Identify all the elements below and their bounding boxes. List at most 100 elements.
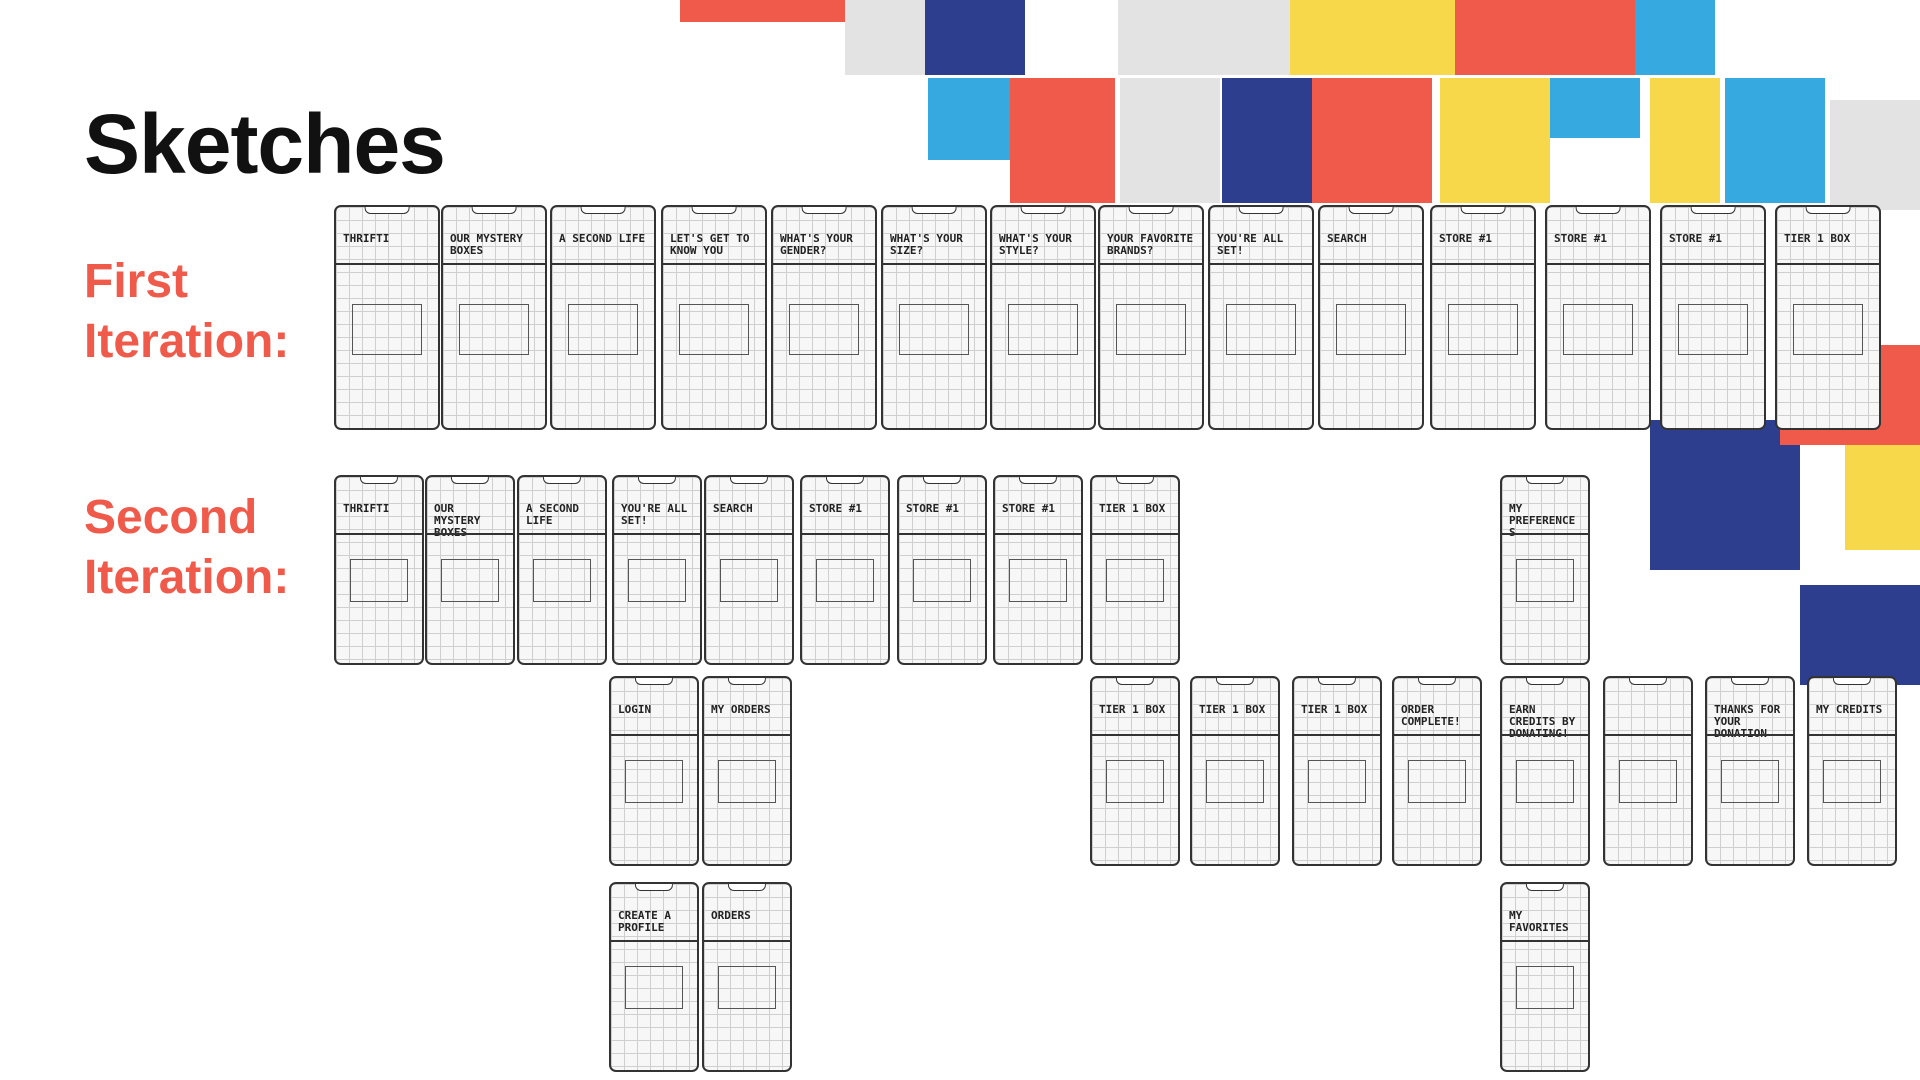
phone-notch (727, 884, 767, 891)
phone-notch (691, 207, 737, 214)
phone-notch (580, 207, 626, 214)
phone-notch (1628, 678, 1668, 685)
first-iteration-label-line1: First (84, 255, 189, 308)
first-iteration-label-line2: Iteration: (84, 315, 290, 368)
wireframe-phone-first-iteration-1: THRIFTI (334, 205, 440, 430)
wireframe-phone-first-iteration-12: STORE #1 (1545, 205, 1651, 430)
phone-notch (1128, 207, 1174, 214)
wireframe-screen-title: SEARCH (713, 502, 753, 515)
wireframe-header-rule (1777, 263, 1879, 265)
wireframe-content-box (1448, 304, 1518, 355)
wireframe-content-box (1407, 759, 1467, 803)
wireframe-phone-second-iteration-row1-10: MY PREFERENCES (1500, 475, 1590, 665)
wireframe-screen-title: MY ORDERS (711, 703, 771, 716)
wireframe-header-rule (1432, 263, 1534, 265)
wireframe-header-rule (519, 533, 605, 535)
wireframe-content-box (1678, 304, 1748, 355)
wireframe-header-rule (704, 734, 790, 736)
wireframe-phone-second-iteration-row1-1: THRIFTI (334, 475, 424, 665)
wireframe-phone-first-iteration-2: OUR MYSTERY BOXES (441, 205, 547, 430)
wireframe-phone-first-iteration-7: WHAT'S YOUR STYLE? (990, 205, 1096, 430)
wireframe-screen-title: YOU'RE ALL SET! (621, 502, 688, 527)
wireframe-screen-title: STORE #1 (906, 502, 959, 515)
wireframe-content-box (1720, 759, 1780, 803)
wireframe-header-rule (1394, 734, 1480, 736)
phone-notch (729, 477, 769, 484)
wireframe-screen-title: OUR MYSTERY BOXES (450, 232, 523, 257)
wireframe-phone-first-iteration-13: STORE #1 (1660, 205, 1766, 430)
wireframe-content-box (912, 558, 972, 602)
wireframe-screen-title: YOUR FAVORITE BRANDS? (1107, 232, 1194, 257)
wireframe-content-box (1105, 759, 1165, 803)
phone-notch (922, 477, 962, 484)
wireframe-phone-second-iteration-row2-4: TIER 1 BOX (1190, 676, 1280, 866)
phone-notch (1690, 207, 1736, 214)
phone-notch (1525, 678, 1565, 685)
phone-notch (1525, 477, 1565, 484)
wireframe-header-rule (552, 263, 654, 265)
wireframe-content-box (1205, 759, 1265, 803)
wireframe-phone-first-iteration-3: A SECOND LIFE (550, 205, 656, 430)
phone-notch (634, 678, 674, 685)
wireframe-content-box (815, 558, 875, 602)
wireframe-screen-title: TIER 1 BOX (1784, 232, 1851, 245)
phone-notch (1525, 884, 1565, 891)
wireframe-content-box (717, 759, 777, 803)
wireframe-header-rule (1092, 533, 1178, 535)
wireframe-screen-title: TIER 1 BOX (1099, 502, 1166, 515)
wireframe-content-box (719, 558, 779, 602)
wireframe-header-rule (899, 533, 985, 535)
wireframe-phone-second-iteration-row2-9: THANKS FOR YOUR DONATION (1705, 676, 1795, 866)
wireframe-phone-second-iteration-row3-3: MY FAVORITES (1500, 882, 1590, 1072)
phone-notch (450, 477, 490, 484)
wireframe-screen-title: TIER 1 BOX (1099, 703, 1166, 716)
wireframe-screen-title: WHAT'S YOUR SIZE? (890, 232, 963, 257)
wireframe-phone-second-iteration-row1-3: A SECOND LIFE (517, 475, 607, 665)
wireframe-header-rule (443, 263, 545, 265)
wireframe-header-rule (1092, 734, 1178, 736)
phone-notch (801, 207, 847, 214)
wireframe-content-box (1822, 759, 1882, 803)
wireframe-header-rule (1502, 734, 1588, 736)
phone-notch (637, 477, 677, 484)
phone-notch (1575, 207, 1621, 214)
wireframe-content-box (1515, 558, 1575, 602)
wireframe-screen-title: WHAT'S YOUR STYLE? (999, 232, 1072, 257)
wireframe-content-box (1116, 304, 1186, 355)
wireframe-content-box (1008, 304, 1078, 355)
wireframe-header-rule (1605, 734, 1691, 736)
wireframe-screen-title: YOU'RE ALL SET! (1217, 232, 1284, 257)
slide-title: Sketches (84, 97, 446, 191)
wireframe-header-rule (1320, 263, 1422, 265)
wireframe-phone-first-iteration-10: SEARCH (1318, 205, 1424, 430)
wireframe-content-box (459, 304, 529, 355)
wireframe-phone-second-iteration-row2-2: MY ORDERS (702, 676, 792, 866)
wireframe-content-box (679, 304, 749, 355)
wireframe-phone-second-iteration-row1-2: OUR MYSTERY BOXES (425, 475, 515, 665)
wireframe-content-box (1008, 558, 1068, 602)
wireframe-phone-first-iteration-5: WHAT'S YOUR GENDER? (771, 205, 877, 430)
wireframe-content-box (1336, 304, 1406, 355)
wireframe-phone-second-iteration-row1-9: TIER 1 BOX (1090, 475, 1180, 665)
wireframe-content-box (1226, 304, 1296, 355)
phone-notch (1115, 477, 1155, 484)
wireframe-header-rule (1662, 263, 1764, 265)
wireframe-phone-second-iteration-row2-5: TIER 1 BOX (1292, 676, 1382, 866)
wireframe-header-rule (995, 533, 1081, 535)
wireframe-content-box (349, 558, 409, 602)
second-iteration-label: Second Iteration: (84, 488, 289, 608)
phone-notch (1115, 678, 1155, 685)
wireframe-phone-first-iteration-11: STORE #1 (1430, 205, 1536, 430)
wireframe-screen-title: STORE #1 (1002, 502, 1055, 515)
wireframe-content-box (1105, 558, 1165, 602)
wireframe-header-rule (773, 263, 875, 265)
wireframe-header-rule (336, 263, 438, 265)
phone-notch (1018, 477, 1058, 484)
wireframe-header-rule (663, 263, 765, 265)
second-iteration-label-line1: Second (84, 491, 258, 544)
wireframe-header-rule (611, 940, 697, 942)
wireframe-screen-title: THRIFTI (343, 502, 390, 515)
wireframe-phone-first-iteration-4: LET'S GET TO KNOW YOU (661, 205, 767, 430)
phone-notch (1215, 678, 1255, 685)
phone-notch (1832, 678, 1872, 685)
